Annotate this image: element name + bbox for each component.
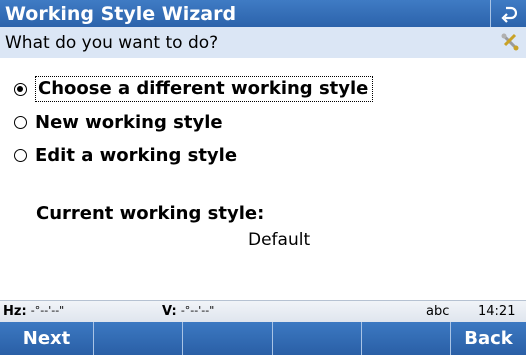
v-readout: V: -°--'--" bbox=[162, 304, 214, 319]
option-new-working-style[interactable]: New working style bbox=[14, 107, 373, 137]
softkey-empty-5[interactable] bbox=[362, 322, 451, 355]
softkey-bar: Next Back bbox=[0, 322, 526, 355]
current-style-label: Current working style: bbox=[36, 203, 265, 224]
v-value: -°--'--" bbox=[180, 304, 215, 317]
option-label: Edit a working style bbox=[35, 144, 238, 166]
undo-button[interactable] bbox=[490, 0, 526, 27]
softkey-empty-4[interactable] bbox=[273, 322, 362, 355]
option-label: New working style bbox=[35, 111, 223, 133]
subheader: What do you want to do? bbox=[0, 27, 526, 58]
radio-button[interactable] bbox=[14, 148, 27, 162]
window-title: Working Style Wizard bbox=[5, 2, 237, 25]
option-list: Choose a different working style New wor… bbox=[14, 74, 374, 173]
radio-button-checked[interactable] bbox=[14, 82, 27, 96]
status-bar: Hz: -°--'--" V: -°--'--" abc 14:21 bbox=[0, 300, 526, 322]
hz-value: -°--'--" bbox=[30, 304, 65, 317]
v-label: V: bbox=[162, 304, 177, 319]
current-style-value: Default bbox=[248, 230, 311, 250]
tools-icon bbox=[500, 32, 520, 57]
softkey-empty-3[interactable] bbox=[183, 322, 273, 355]
input-mode[interactable]: abc bbox=[426, 304, 449, 319]
hz-label: Hz: bbox=[3, 304, 27, 319]
option-edit-working-style[interactable]: Edit a working style bbox=[14, 140, 373, 170]
radio-button[interactable] bbox=[14, 115, 27, 129]
option-label: Choose a different working style bbox=[35, 76, 374, 102]
clock: 14:21 bbox=[478, 304, 516, 319]
title-bar: Working Style Wizard bbox=[0, 0, 526, 27]
back-button[interactable]: Back bbox=[451, 322, 526, 355]
option-choose-working-style[interactable]: Choose a different working style bbox=[14, 74, 374, 104]
hz-readout: Hz: -°--'--" bbox=[3, 304, 64, 319]
next-button[interactable]: Next bbox=[0, 322, 94, 355]
undo-arrow-icon bbox=[500, 6, 517, 23]
softkey-empty-2[interactable] bbox=[94, 322, 183, 355]
prompt-text: What do you want to do? bbox=[5, 32, 219, 53]
